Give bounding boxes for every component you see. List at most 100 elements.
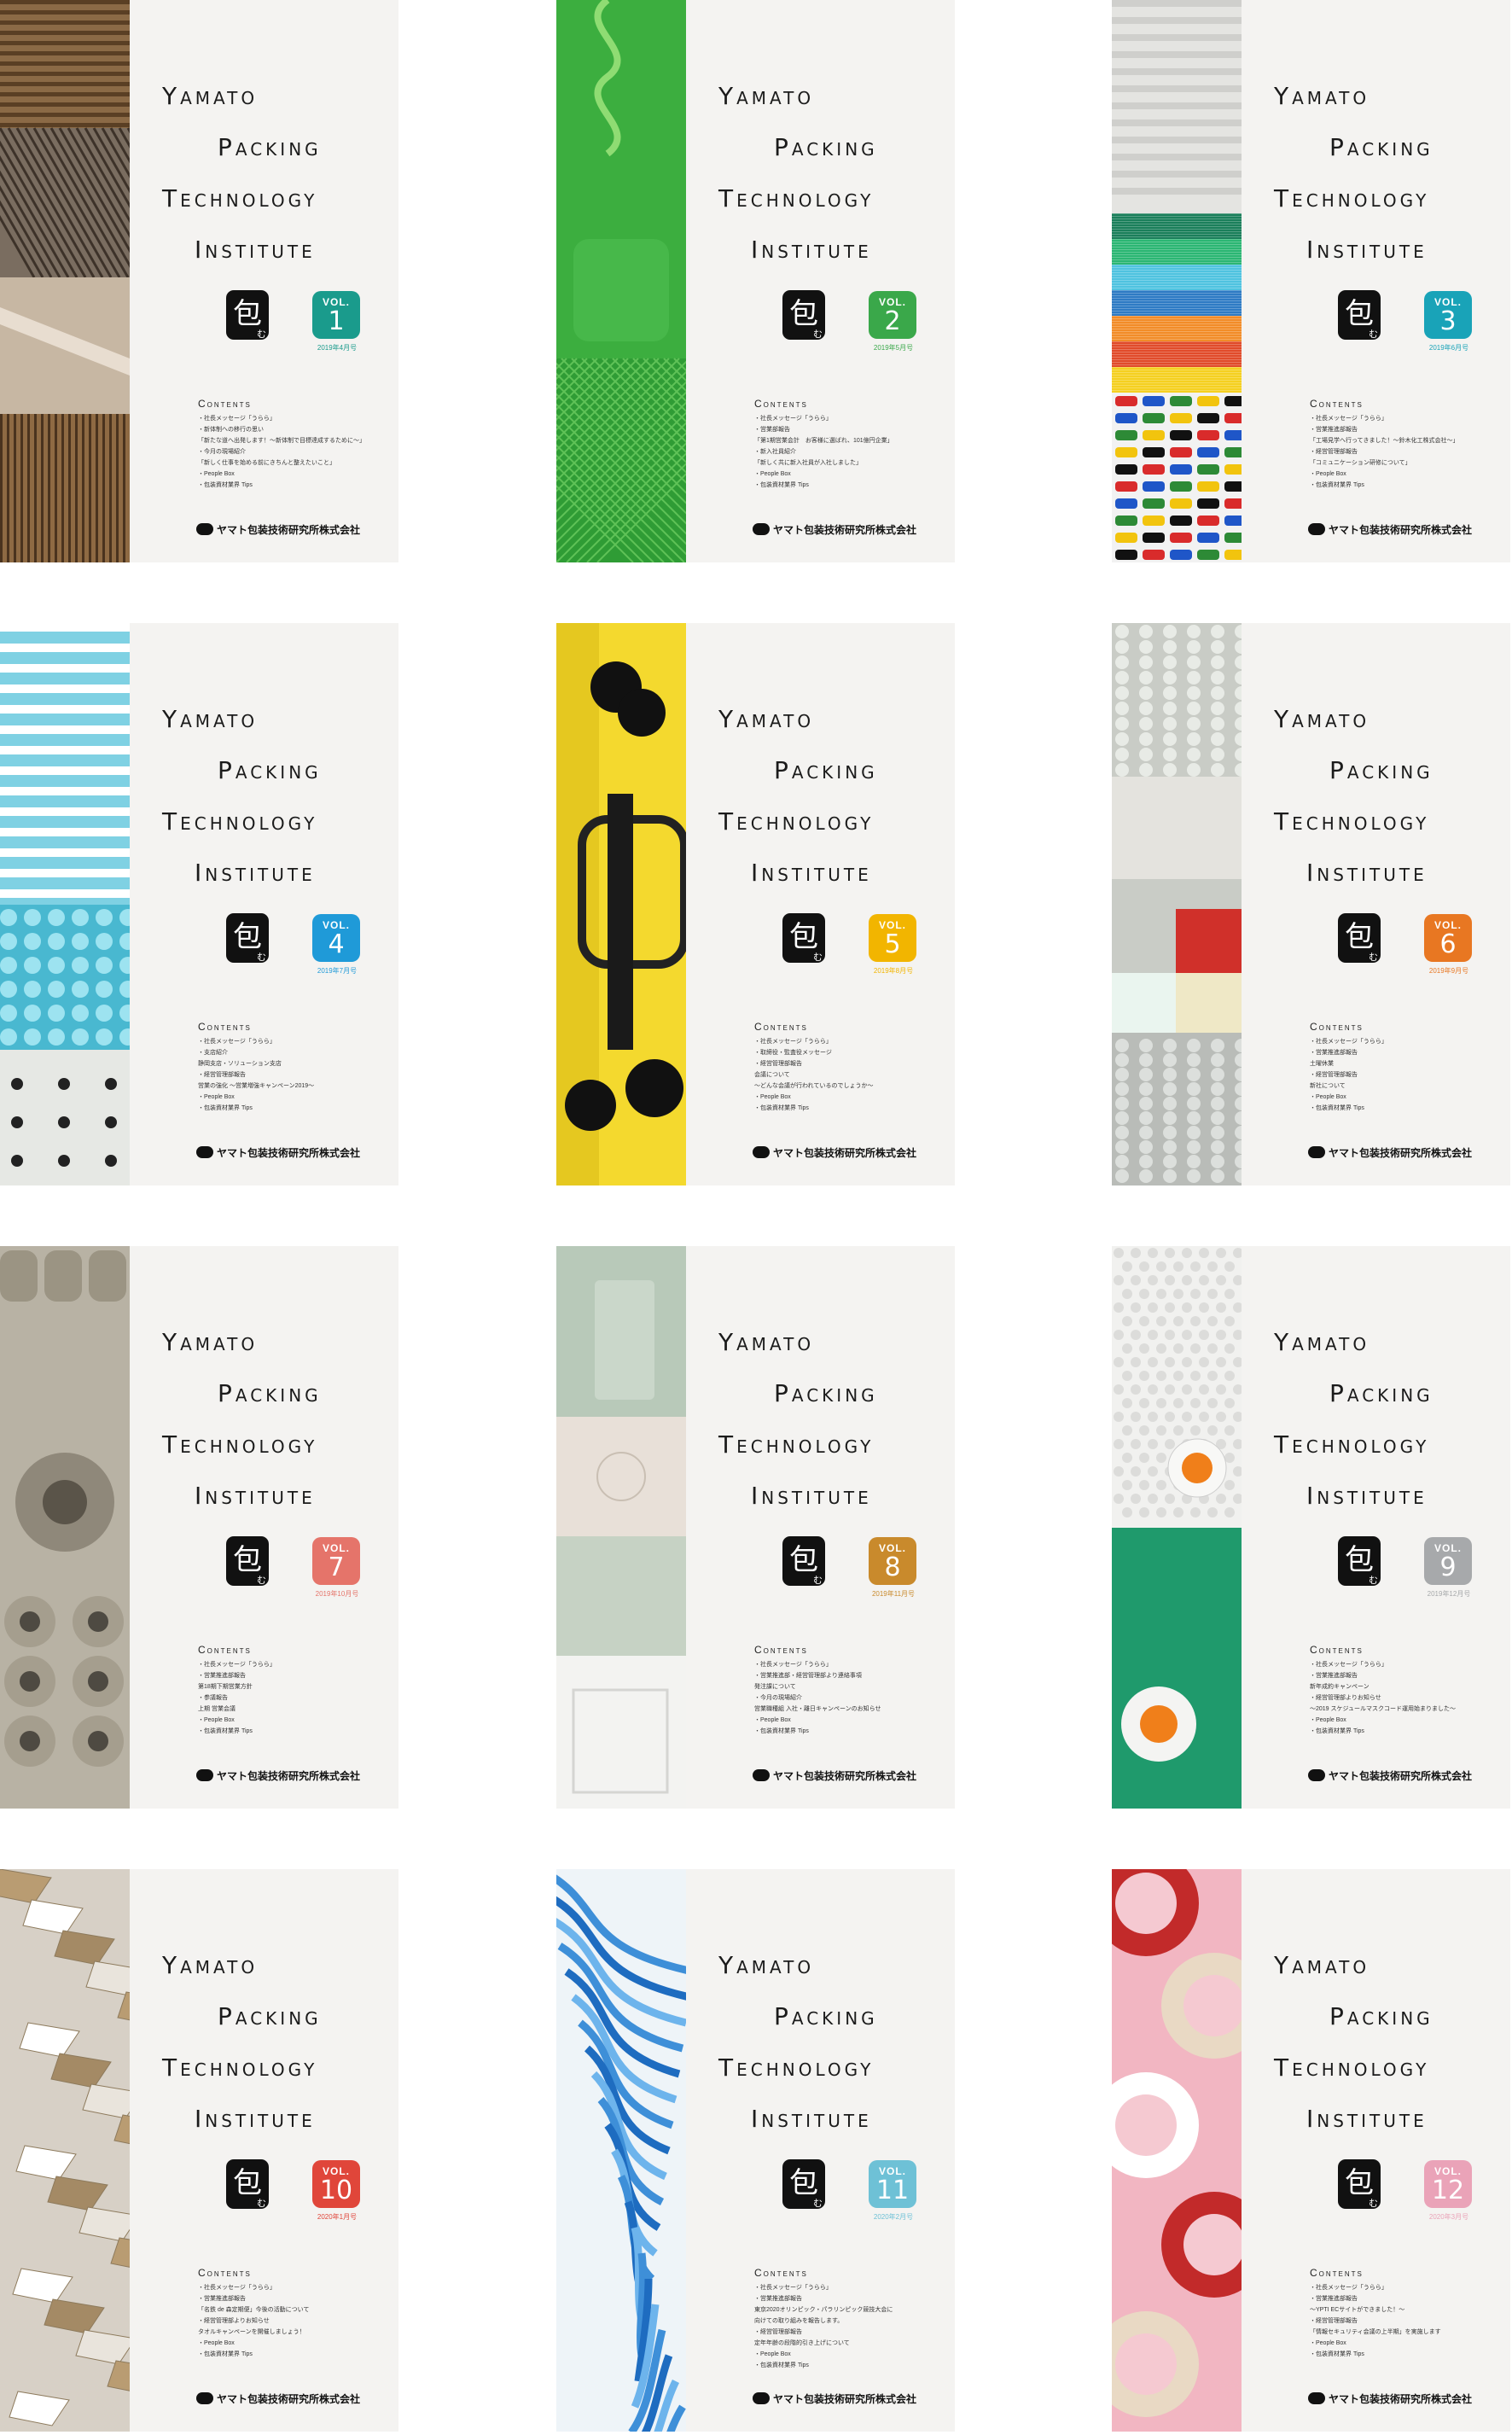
company-text: ヤマト包装技術研究所株式会社 [773,2393,917,2405]
title-line-4: Institute [751,1482,872,1510]
issue-date: 2019年10月号 [315,1590,359,1598]
black-cat-icon [196,1769,213,1781]
tsutsumu-logo: 包 む [1338,913,1381,963]
magazine-cover-grid: Yamato Packing Technology Institute 包 む … [0,0,1512,2435]
magazine-cover[interactable]: Yamato Packing Technology Institute 包 む … [1112,0,1510,562]
title-line-2: Packing [774,2002,878,2030]
title-line-1: Yamato [162,82,259,110]
magazine-cover[interactable]: Yamato Packing Technology Institute 包 む … [1112,623,1510,1185]
volume-badge: VOL. 10 [312,2160,360,2208]
volume-badge: VOL. 4 [312,914,360,962]
contents-heading: Contents [754,1021,808,1033]
magazine-cover[interactable]: Yamato Packing Technology Institute 包 む … [556,1246,955,1809]
company-text: ヤマト包装技術研究所株式会社 [1329,524,1473,536]
magazine-cover[interactable]: Yamato Packing Technology Institute 包 む … [1112,1246,1510,1809]
contents-item: タオルキャンペーンを開催しましょう！ [198,2329,305,2335]
title-line-2: Packing [1329,2002,1433,2030]
logo-kanji: 包 [1345,1543,1374,1577]
volume-number: 10 [319,2176,353,2205]
volume-badge: VOL. 6 [1424,914,1472,962]
company-text: ヤマト包装技術研究所株式会社 [217,524,361,536]
volume-number: 9 [1439,1552,1457,1582]
company-text: ヤマト包装技術研究所株式会社 [773,1147,917,1159]
contents-item: ・社長メッセージ「うらら」 [754,2285,832,2291]
contents-item: ・支店紹介 [198,1050,228,1056]
volume-badge: VOL. 2 [869,291,916,339]
contents-list: ・社長メッセージ「うらら」 ・新体制への移行の思い 「新たな道へ出発します！～新体制… [198,413,381,491]
title-line-1: Yamato [1274,1328,1370,1356]
title-line-1: Yamato [162,705,259,733]
company-text: ヤマト包装技術研究所株式会社 [1329,2393,1473,2405]
title-line-3: Technology [1274,2053,1430,2082]
contents-item: ・包装資材業界 Tips [754,1105,809,1111]
title-line-4: Institute [195,859,316,887]
tsutsumu-logo: 包 む [226,1536,269,1586]
volume-badge: VOL. 7 [312,1537,360,1585]
company-text: ヤマト包装技術研究所株式会社 [773,1770,917,1782]
logo-kana: む [257,952,266,963]
volume-number: 6 [1439,929,1457,959]
title-line-3: Technology [162,807,318,836]
contents-item: ・経営管理部報告 [754,2329,802,2335]
volume-badge: VOL. 5 [869,914,916,962]
contents-list: ・社長メッセージ「うらら」 ・営業部報告 「第1期営業会計 お客様に選ばれ、101億… [754,413,938,491]
volume-badge: VOL. 12 [1424,2160,1472,2208]
contents-list: ・社長メッセージ「うらら」 ・取締役・監査役メッセージ ・経営管理部報告 会議について… [754,1036,938,1114]
contents-item: ・経営管理部報告 [1310,2318,1358,2324]
volume-badge: VOL. 3 [1424,291,1472,339]
black-cat-icon [1308,2392,1325,2404]
magazine-cover[interactable]: Yamato Packing Technology Institute 包 む … [0,1246,398,1809]
volume-number: 7 [328,1552,345,1582]
title-line-3: Technology [162,1430,318,1459]
black-cat-icon [1308,1146,1325,1158]
company-name: ヤマト包装技術研究所株式会社 [753,522,916,537]
magazine-cover[interactable]: Yamato Packing Technology Institute 包 む … [556,623,955,1185]
magazine-cover[interactable]: Yamato Packing Technology Institute 包 む … [1112,1869,1510,2432]
logo-kana: む [257,2198,266,2209]
logo-kanji: 包 [789,920,818,954]
contents-item: ・経営管理部報告 [1310,449,1358,455]
title-line-1: Yamato [718,82,815,110]
magazine-cover[interactable]: Yamato Packing Technology Institute 包 む … [0,623,398,1185]
magazine-cover[interactable]: Yamato Packing Technology Institute 包 む … [0,0,398,562]
contents-item: 「名鉄 de 森定期便」今後の活動について [198,2307,310,2313]
title-line-3: Technology [718,184,875,213]
tsutsumu-logo: 包 む [782,1536,825,1586]
title-line-1: Yamato [718,705,815,733]
contents-item: 「コミュニケーション研修について」 [1310,460,1411,466]
contents-item: ・社長メッセージ「うらら」 [198,2285,276,2291]
company-name: ヤマト包装技術研究所株式会社 [196,1768,360,1783]
contents-item: ・People Box [198,471,235,477]
title-line-1: Yamato [1274,1951,1370,1979]
contents-heading: Contents [754,398,808,410]
issue-date: 2019年9月号 [1428,967,1469,975]
title-line-3: Technology [162,2053,318,2082]
title-line-4: Institute [1306,236,1428,264]
company-text: ヤマト包装技術研究所株式会社 [217,1147,361,1159]
contents-item: ・営業推進部報告 [1310,427,1358,433]
title-line-2: Packing [218,2002,322,2030]
magazine-cover[interactable]: Yamato Packing Technology Institute 包 む … [556,1869,955,2432]
company-name: ヤマト包装技術研究所株式会社 [1308,2391,1472,2406]
contents-heading: Contents [1310,398,1364,410]
contents-list: ・社長メッセージ「うらら」 ・営業推進部報告 「工場見学へ行ってきました！～鈴木化工… [1310,413,1493,491]
contents-item: 「情報セキュリティ会議の上半期」を実施します [1310,2329,1441,2335]
logo-kana: む [813,1575,823,1586]
logo-kana: む [1369,2198,1378,2209]
issue-date: 2019年4月号 [317,344,358,352]
logo-kana: む [1369,952,1378,963]
title-line-4: Institute [195,2105,316,2133]
contents-item: ・People Box [754,1094,791,1100]
issue-date: 2019年8月号 [873,967,914,975]
contents-item: ・People Box [754,1717,791,1723]
magazine-cover[interactable]: Yamato Packing Technology Institute 包 む … [556,0,955,562]
logo-kana: む [1369,1575,1378,1586]
title-line-4: Institute [751,859,872,887]
contents-item: ・新入社員紹介 [754,449,796,455]
contents-item: 発注課について [754,1684,796,1690]
black-cat-icon [196,1146,213,1158]
contents-item: ・包装資材業界 Tips [754,482,809,488]
issue-date: 2020年3月号 [1428,2213,1469,2221]
magazine-cover[interactable]: Yamato Packing Technology Institute 包 む … [0,1869,398,2432]
title-line-4: Institute [751,236,872,264]
